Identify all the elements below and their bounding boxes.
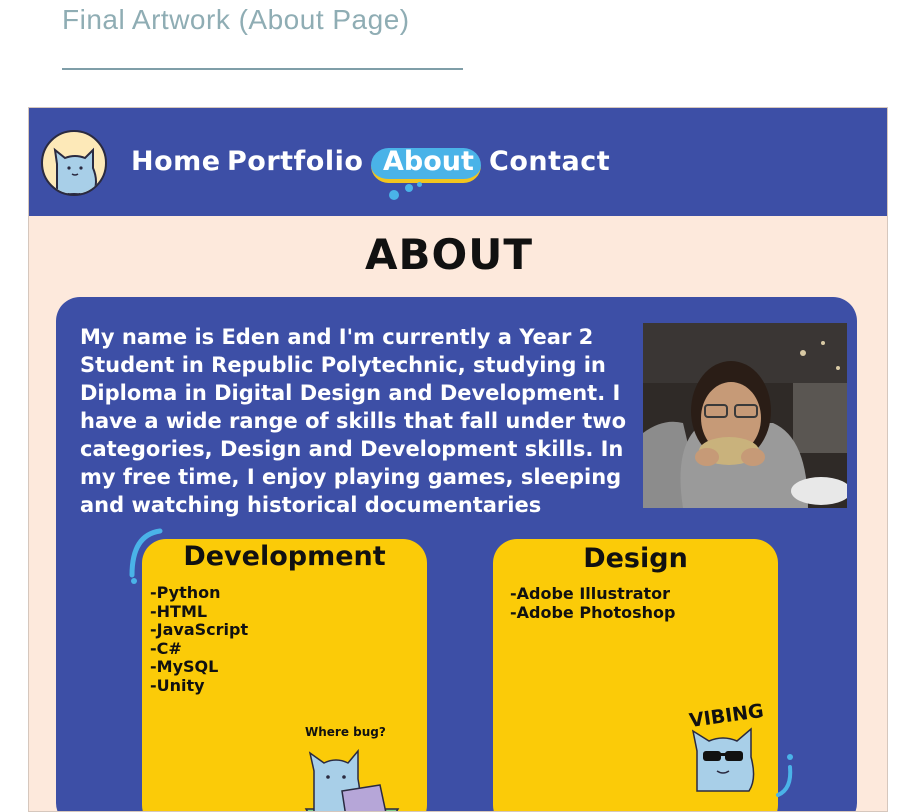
splash-dot [389,190,399,200]
design-skill-list: -Adobe Illustrator -Adobe Photoshop [510,584,676,622]
skill-item: -Python [150,583,221,602]
development-skill-list: -Python -HTML -JavaScript -C# -MySQL -Un… [150,583,249,696]
development-title: Development [183,541,386,572]
about-card: My name is Eden and I'm currently a Year… [56,297,857,811]
skill-item: -C# [150,638,182,658]
nav-link-contact[interactable]: Contact [489,146,610,177]
nav-link-portfolio[interactable]: Portfolio [227,146,363,177]
nav-link-home[interactable]: Home [131,146,221,177]
about-title: ABOUT [365,230,533,279]
cat-laptop-sticker [304,748,400,811]
splash-dot [417,182,422,187]
bio-text: My name is Eden and I'm currently a Year… [80,325,627,517]
decorative-swirl-icon [776,754,793,797]
cat-sunglasses-sticker [691,727,755,792]
nav-link-about-label: About [383,146,474,177]
nav-link-about[interactable]: About [371,146,483,204]
skill-item: -HTML [150,601,208,621]
where-bug-label: Where bug? [305,725,386,739]
about-page-artboard: Home Portfolio About Contact ABOUT My na… [28,107,888,812]
skill-item: -JavaScript [150,620,249,640]
cat-logo-icon[interactable] [41,130,107,196]
development-skills-card: Development -Python -HTML -JavaScript -C… [142,539,427,811]
splash-dot [405,184,413,192]
profile-photo [643,323,847,508]
design-title: Design [583,543,688,574]
skill-item: -MySQL [150,657,219,677]
navbar: Home Portfolio About Contact [29,108,887,216]
skill-item: -Unity [150,675,205,695]
page-heading: Final Artwork (About Page) [62,4,410,35]
skill-item: -Adobe Illustrator [510,584,671,603]
heading-divider [62,68,463,70]
design-skills-card: Design -Adobe Illustrator -Adobe Photosh… [493,539,778,811]
skill-item: -Adobe Photoshop [510,602,676,622]
